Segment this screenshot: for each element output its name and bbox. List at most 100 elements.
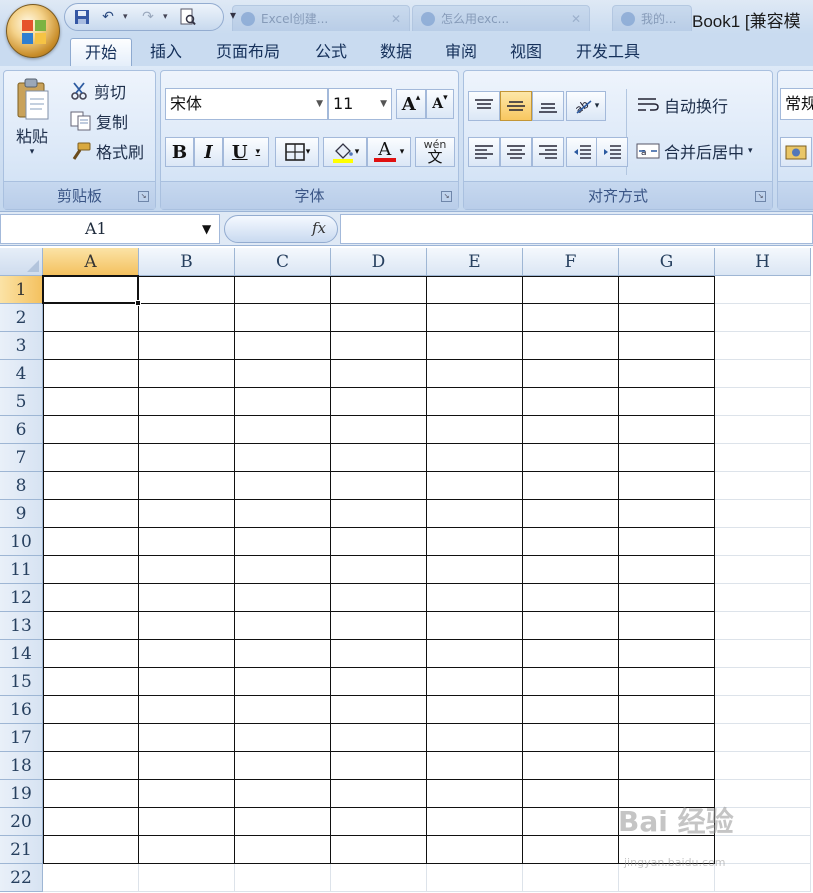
cell-A4[interactable] <box>43 360 139 388</box>
column-header[interactable]: A <box>43 248 139 276</box>
tab-home[interactable]: 开始 <box>70 38 132 67</box>
cell-B18[interactable] <box>139 752 235 780</box>
cell-F21[interactable] <box>523 836 619 864</box>
cell-F6[interactable] <box>523 416 619 444</box>
cell-F18[interactable] <box>523 752 619 780</box>
row-header[interactable]: 2 <box>0 304 43 332</box>
align-bottom-button[interactable] <box>532 91 564 121</box>
cell-C7[interactable] <box>235 444 331 472</box>
cell-E11[interactable] <box>427 556 523 584</box>
print-preview-icon[interactable] <box>177 6 199 28</box>
cell-B6[interactable] <box>139 416 235 444</box>
cell-G1[interactable] <box>619 276 715 304</box>
column-header[interactable]: B <box>139 248 235 276</box>
row-header[interactable]: 18 <box>0 752 43 780</box>
tab-view[interactable]: 视图 <box>497 38 555 66</box>
decrease-indent-button[interactable] <box>566 137 598 167</box>
cell-H21[interactable] <box>715 836 811 864</box>
phonetic-guide-button[interactable]: wén 文 <box>415 137 455 167</box>
cell-B16[interactable] <box>139 696 235 724</box>
cell-D14[interactable] <box>331 640 427 668</box>
cell-E13[interactable] <box>427 612 523 640</box>
cell-H10[interactable] <box>715 528 811 556</box>
column-header[interactable]: F <box>523 248 619 276</box>
cell-B7[interactable] <box>139 444 235 472</box>
cell-D8[interactable] <box>331 472 427 500</box>
cell-H2[interactable] <box>715 304 811 332</box>
cell-F3[interactable] <box>523 332 619 360</box>
currency-button[interactable] <box>780 137 812 167</box>
fill-color-button[interactable]: ▾ <box>323 137 367 167</box>
cell-A7[interactable] <box>43 444 139 472</box>
chevron-down-icon[interactable]: ▾ <box>748 146 753 156</box>
cell-A5[interactable] <box>43 388 139 416</box>
cell-G6[interactable] <box>619 416 715 444</box>
customize-toolbar-icon[interactable]: ▾ <box>230 8 236 22</box>
fill-handle[interactable] <box>135 300 141 306</box>
background-tab-3[interactable]: 我的... <box>612 5 692 31</box>
cell-F19[interactable] <box>523 780 619 808</box>
select-all-button[interactable] <box>0 248 43 276</box>
cell-G16[interactable] <box>619 696 715 724</box>
cell-D21[interactable] <box>331 836 427 864</box>
cell-B14[interactable] <box>139 640 235 668</box>
font-name-combo[interactable]: 宋体 ▼ <box>165 88 328 120</box>
cell-B13[interactable] <box>139 612 235 640</box>
cell-C16[interactable] <box>235 696 331 724</box>
cell-E21[interactable] <box>427 836 523 864</box>
cell-E19[interactable] <box>427 780 523 808</box>
row-header[interactable]: 20 <box>0 808 43 836</box>
cell-E15[interactable] <box>427 668 523 696</box>
cell-E20[interactable] <box>427 808 523 836</box>
column-header[interactable]: G <box>619 248 715 276</box>
cell-H12[interactable] <box>715 584 811 612</box>
cell-F2[interactable] <box>523 304 619 332</box>
tab-review[interactable]: 审阅 <box>432 38 490 66</box>
cell-G8[interactable] <box>619 472 715 500</box>
close-icon[interactable]: ✕ <box>571 12 581 26</box>
grow-font-button[interactable]: A ▴ <box>396 89 426 119</box>
row-header[interactable]: 5 <box>0 388 43 416</box>
underline-button[interactable]: U ▾ <box>223 137 269 167</box>
save-icon[interactable] <box>71 6 93 28</box>
cell-E22[interactable] <box>427 864 523 892</box>
cell-E2[interactable] <box>427 304 523 332</box>
row-header[interactable]: 22 <box>0 864 43 892</box>
cell-F17[interactable] <box>523 724 619 752</box>
cell-D12[interactable] <box>331 584 427 612</box>
cell-C14[interactable] <box>235 640 331 668</box>
cell-E8[interactable] <box>427 472 523 500</box>
cell-A11[interactable] <box>43 556 139 584</box>
cell-A6[interactable] <box>43 416 139 444</box>
cell-H16[interactable] <box>715 696 811 724</box>
chevron-down-icon[interactable]: ▾ <box>306 147 311 157</box>
cell-F10[interactable] <box>523 528 619 556</box>
name-box[interactable]: A1 <box>0 214 220 244</box>
cell-D20[interactable] <box>331 808 427 836</box>
paste-button[interactable]: 粘贴 ▾ <box>12 77 52 157</box>
column-header[interactable]: E <box>427 248 523 276</box>
column-header[interactable]: D <box>331 248 427 276</box>
cell-F22[interactable] <box>523 864 619 892</box>
cell-B10[interactable] <box>139 528 235 556</box>
cell-H6[interactable] <box>715 416 811 444</box>
cell-H5[interactable] <box>715 388 811 416</box>
cell-G13[interactable] <box>619 612 715 640</box>
align-center-button[interactable] <box>500 137 532 167</box>
cell-G17[interactable] <box>619 724 715 752</box>
dialog-launcher-icon[interactable]: ↘ <box>138 191 149 202</box>
cell-D19[interactable] <box>331 780 427 808</box>
cell-H1[interactable] <box>715 276 811 304</box>
cell-C13[interactable] <box>235 612 331 640</box>
cell-H18[interactable] <box>715 752 811 780</box>
cell-E18[interactable] <box>427 752 523 780</box>
row-header[interactable]: 10 <box>0 528 43 556</box>
cell-D22[interactable] <box>331 864 427 892</box>
cell-F16[interactable] <box>523 696 619 724</box>
cell-H15[interactable] <box>715 668 811 696</box>
cell-C10[interactable] <box>235 528 331 556</box>
cell-H11[interactable] <box>715 556 811 584</box>
cell-A19[interactable] <box>43 780 139 808</box>
cell-D18[interactable] <box>331 752 427 780</box>
active-cell[interactable] <box>42 275 139 304</box>
